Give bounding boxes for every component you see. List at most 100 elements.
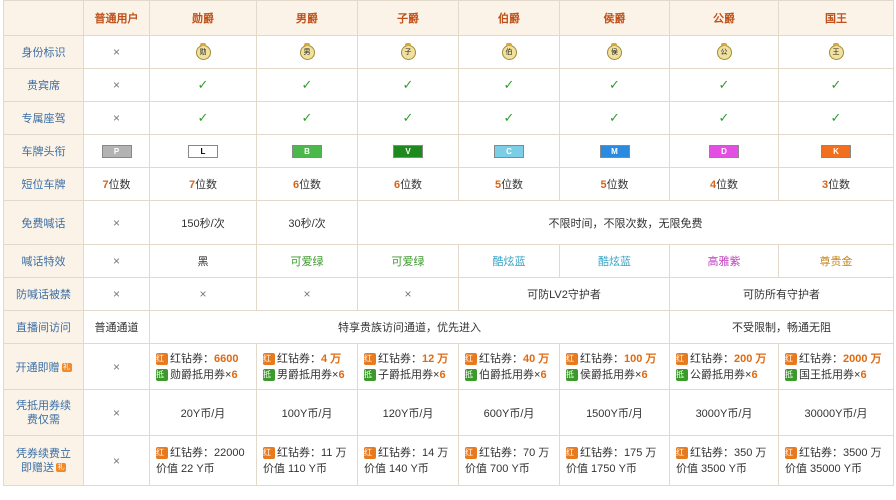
row-vip-seat: 贵宾席 × ✓ ✓ ✓ ✓ ✓ ✓ ✓ <box>3 68 894 102</box>
cross-icon: × <box>83 277 150 311</box>
cell: 尊贵金 <box>778 244 894 278</box>
renew-gift-cell: 红红钻券：175 万 价值 1750 Y币 <box>559 435 670 486</box>
cell: 7位数 <box>83 167 150 201</box>
voucher-count: 6 <box>231 368 238 381</box>
red-diamond-icon: 红 <box>566 446 578 459</box>
plate-d: D <box>709 144 739 158</box>
renew-gift-amount: 红钻券：175 万 <box>580 446 657 459</box>
unit: 位数 <box>501 179 524 191</box>
plate-v: V <box>393 144 423 158</box>
gift-amount: 200 万 <box>734 352 767 365</box>
plate-k: K <box>821 144 851 158</box>
cell: 5位数 <box>559 167 670 201</box>
cross-icon: × <box>83 200 150 245</box>
check-icon: ✓ <box>778 68 894 102</box>
voucher-count: 6 <box>751 368 758 381</box>
row-label: 贵宾席 <box>3 68 84 102</box>
cell-unlimited-access: 不受限制，畅通无阻 <box>669 310 894 344</box>
renew-gift-value: 价值 22 Y币 <box>156 462 215 475</box>
voucher-icon: 抵 <box>364 368 376 381</box>
gift-label: 红钻券： <box>690 352 734 365</box>
cell: 20Y币/月 <box>149 389 257 436</box>
check-icon: ✓ <box>458 101 560 135</box>
guowang-badge-icon: 王 <box>828 42 844 60</box>
cell: 王 <box>778 35 894 69</box>
cell: C <box>458 134 560 168</box>
unit: 位数 <box>299 179 322 191</box>
col-nanjue: 男爵 <box>256 0 358 36</box>
gift-amount: 6600 <box>214 352 239 365</box>
row-shout-effect: 喊话特效 × 黑 可爱绿 可爱绿 酷炫蓝 酷炫蓝 高雅紫 尊贵金 <box>3 244 894 278</box>
check-icon: ✓ <box>357 68 459 102</box>
check-icon: ✓ <box>357 101 459 135</box>
voucher-count: 6 <box>860 368 867 381</box>
check-icon: ✓ <box>559 101 670 135</box>
row-renew-fee: 凭抵用券续费仅需 × 20Y币/月 100Y币/月 120Y币/月 600Y币/… <box>3 389 894 436</box>
voucher-icon: 抵 <box>785 368 797 381</box>
cell: 伯 <box>458 35 560 69</box>
renew-gift-amount: 红钻券：70 万 <box>479 446 550 459</box>
voucher-count: 6 <box>439 368 446 381</box>
nanjue-badge-icon: 男 <box>299 42 315 60</box>
cross-icon: × <box>357 277 459 311</box>
red-diamond-icon: 红 <box>465 446 477 459</box>
red-diamond-icon: 红 <box>263 352 275 365</box>
gift-cell: 红红钻券：200 万 抵公爵抵用券×6 <box>669 343 779 390</box>
cell-vip-access: 特享贵族访问通道，优先进入 <box>149 310 670 344</box>
gift-amount: 4 万 <box>321 352 342 365</box>
cell: 可爱绿 <box>256 244 358 278</box>
row-label: 专属座驾 <box>3 101 84 135</box>
row-label-text: 开通即赠 <box>15 361 60 374</box>
renew-gift-cell: 红红钻券：70 万 价值 700 Y币 <box>458 435 560 486</box>
cell: B <box>256 134 358 168</box>
cell: K <box>778 134 894 168</box>
renew-gift-amount: 红钻券：22000 <box>170 446 245 459</box>
gift-label: 红钻券： <box>277 352 321 365</box>
check-icon: ✓ <box>778 101 894 135</box>
row-label: 免费喊话 <box>3 200 84 245</box>
gift-cell: 红红钻券：6600 抵勋爵抵用券×6 <box>149 343 257 390</box>
row-exclusive-car: 专属座驾 × ✓ ✓ ✓ ✓ ✓ ✓ ✓ <box>3 101 894 135</box>
cell: P <box>83 134 150 168</box>
cell: 7位数 <box>149 167 257 201</box>
cell: 6位数 <box>357 167 459 201</box>
plate-p: P <box>101 144 132 158</box>
voucher-icon: 抵 <box>156 368 168 381</box>
row-short-plate: 短位车牌 7位数 7位数 6位数 6位数 5位数 5位数 4位数 3位数 <box>3 167 894 201</box>
voucher-count: 6 <box>540 368 547 381</box>
cell: 酷炫蓝 <box>458 244 560 278</box>
row-label: 防喊话被禁 <box>3 277 84 311</box>
col-normal-user: 普通用户 <box>83 0 150 36</box>
unit: 位数 <box>606 179 629 191</box>
red-diamond-icon: 红 <box>364 352 376 365</box>
renew-gift-amount: 红钻券：3500 万 <box>799 446 882 459</box>
voucher-count: 6 <box>338 368 345 381</box>
cell: 勋 <box>149 35 257 69</box>
voucher-label: 国王抵用券× <box>799 368 861 381</box>
cell: D <box>669 134 779 168</box>
voucher-icon: 抵 <box>263 368 275 381</box>
cell: 600Y币/月 <box>458 389 560 436</box>
unit: 位数 <box>828 179 851 191</box>
plate-l: L <box>188 144 218 158</box>
voucher-label: 子爵抵用券× <box>378 368 440 381</box>
cell: 可爱绿 <box>357 244 459 278</box>
renew-gift-value: 价值 3500 Y币 <box>676 462 747 475</box>
cross-icon: × <box>83 389 150 436</box>
row-label: 开通即赠礼 <box>3 343 84 390</box>
cross-icon: × <box>83 101 150 135</box>
row-identity: 身份标识 × 勋 男 子 伯 侯 公 王 <box>3 35 894 69</box>
renew-gift-value: 价值 1750 Y币 <box>566 462 637 475</box>
cell: 高雅紫 <box>669 244 779 278</box>
col-xunjue: 勋爵 <box>149 0 257 36</box>
cross-icon: × <box>83 244 150 278</box>
check-icon: ✓ <box>669 101 779 135</box>
plate-b: B <box>292 144 322 158</box>
col-houjue: 侯爵 <box>559 0 670 36</box>
renew-gift-cell: 红红钻券：22000 价值 22 Y币 <box>149 435 257 486</box>
voucher-label: 伯爵抵用券× <box>479 368 541 381</box>
gift-label: 红钻券： <box>170 352 214 365</box>
renew-gift-amount: 红钻券：350 万 <box>690 446 767 459</box>
voucher-label: 侯爵抵用券× <box>580 368 642 381</box>
cell: 6位数 <box>256 167 358 201</box>
